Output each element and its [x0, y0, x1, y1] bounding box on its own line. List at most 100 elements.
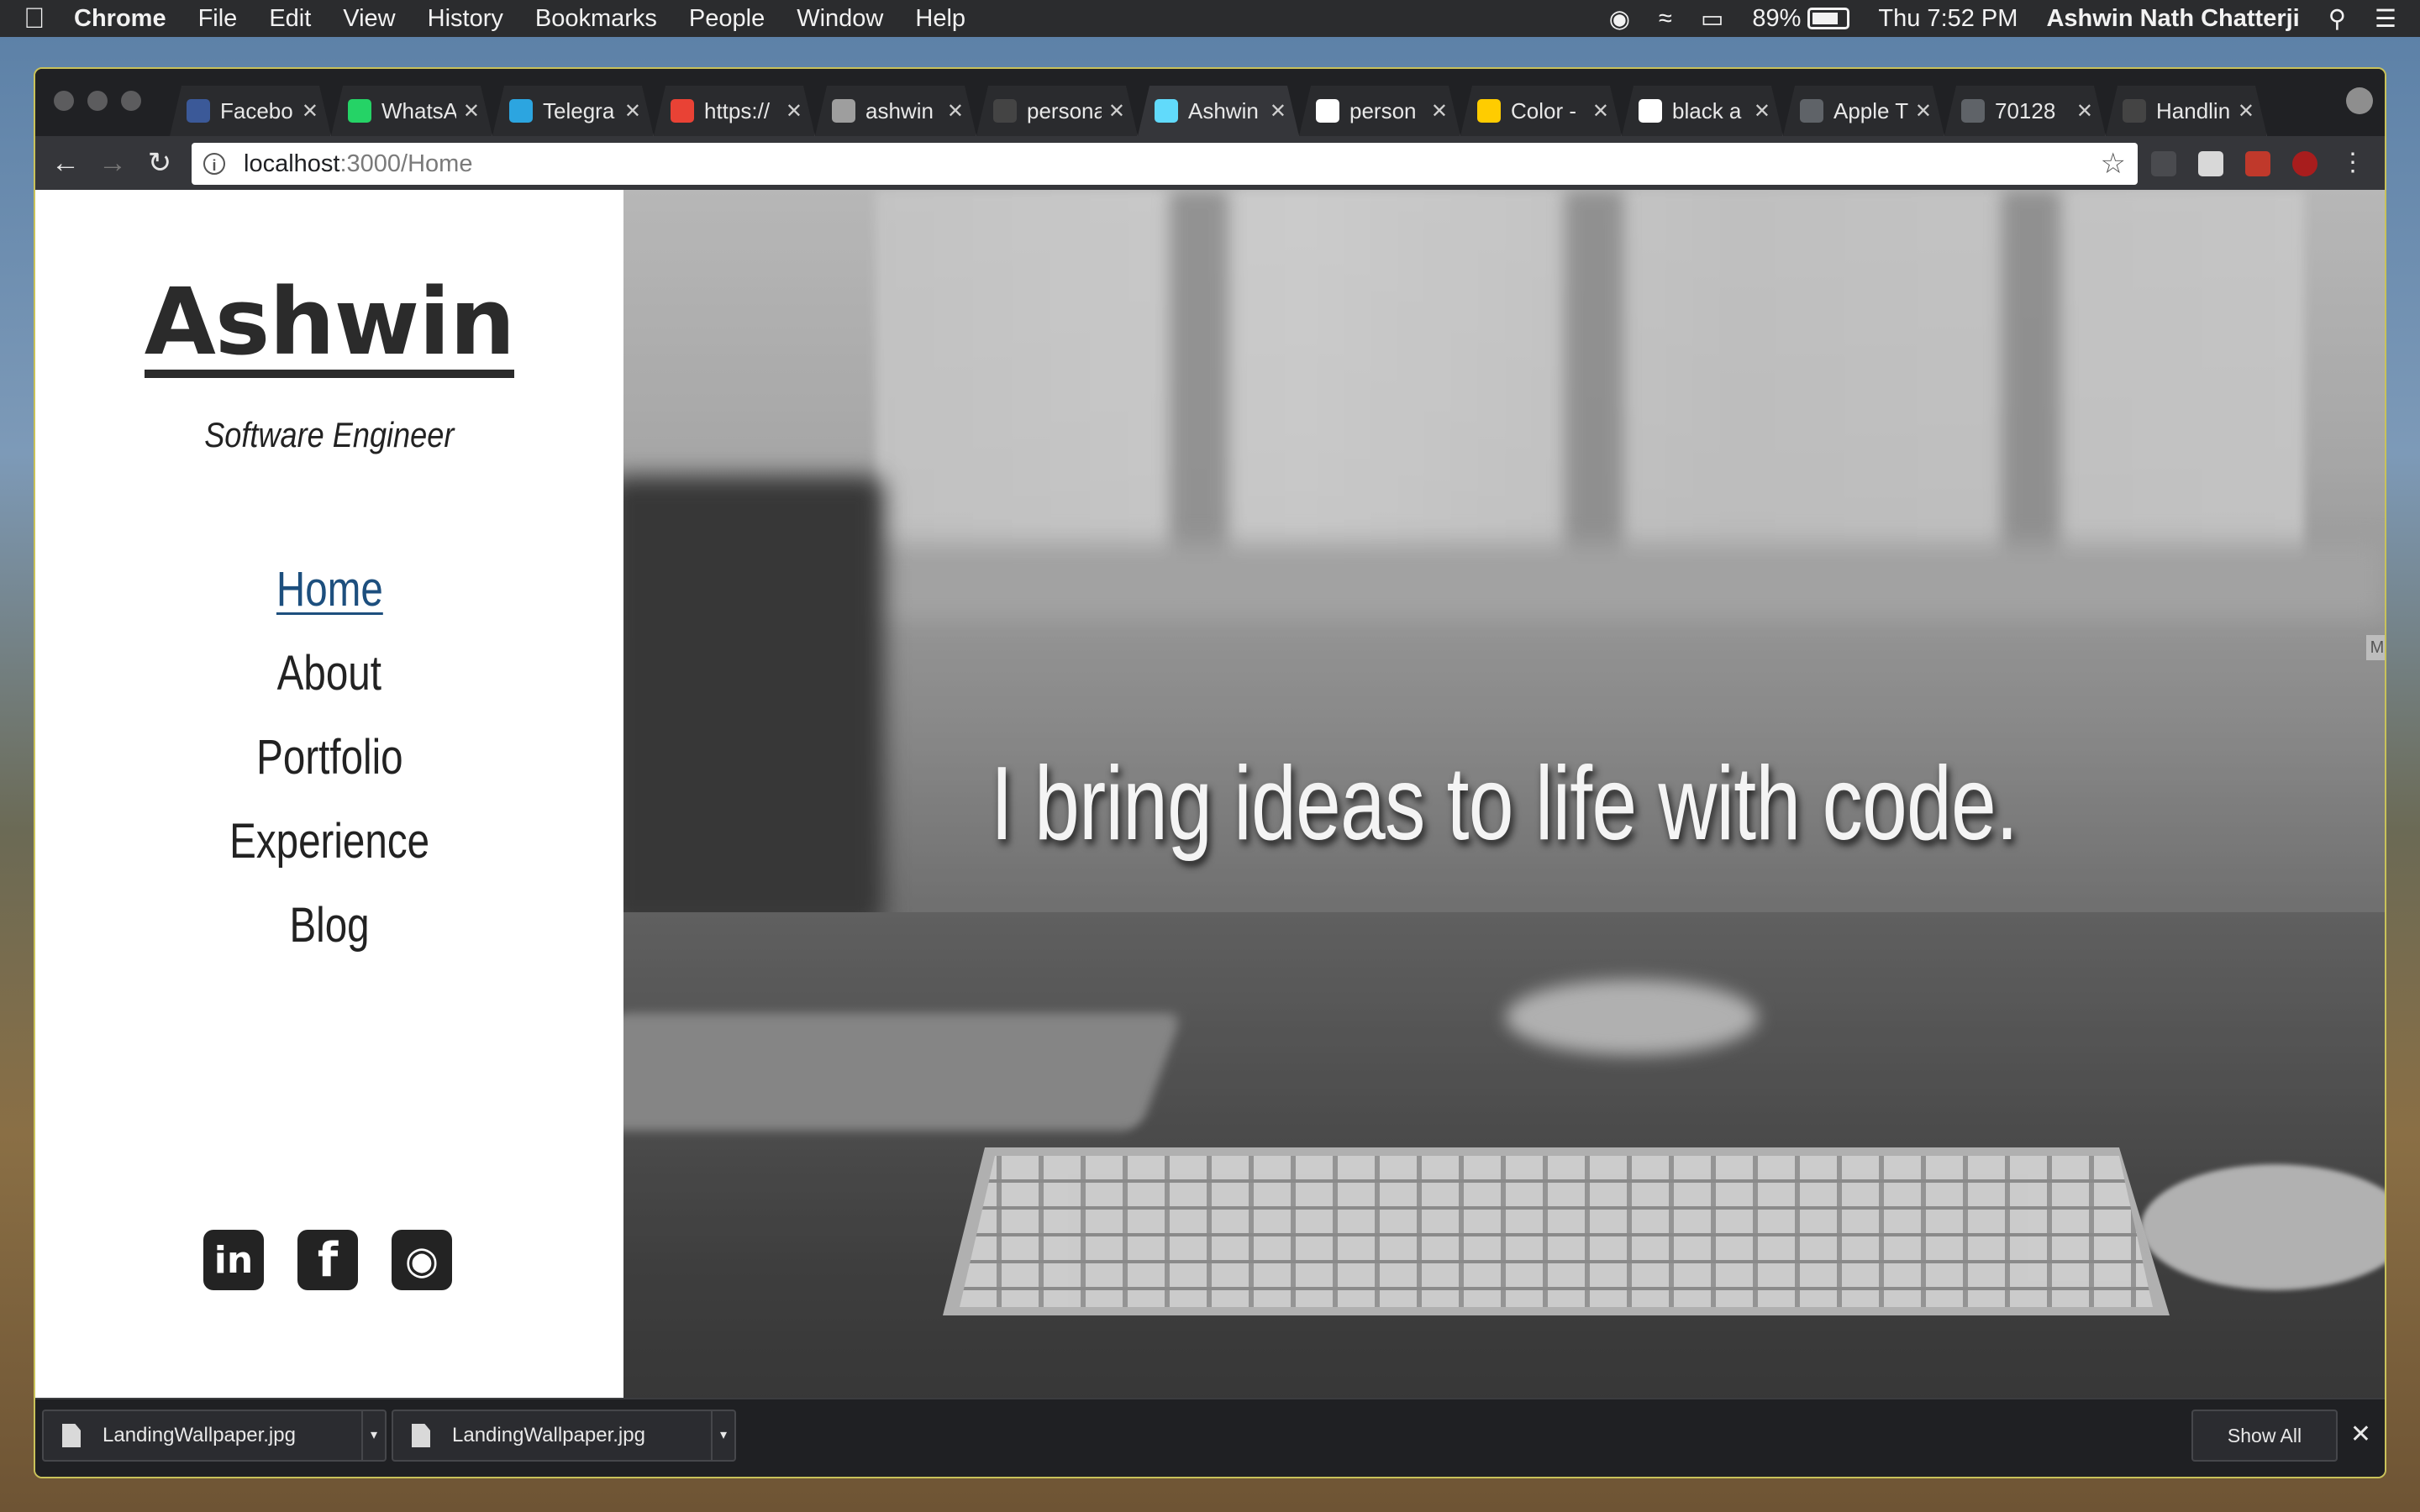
- window-controls: [54, 91, 141, 111]
- ublock-extension-icon[interactable]: [2292, 151, 2317, 176]
- tab-title: black a: [1672, 97, 1742, 123]
- nav-link-portfolio[interactable]: Portfolio: [256, 716, 402, 800]
- menu-file[interactable]: File: [198, 5, 238, 33]
- octotree-extension-icon[interactable]: [2245, 151, 2270, 176]
- address-bar[interactable]: i localhost:3000/Home ☆: [192, 143, 2138, 185]
- tab-close-icon[interactable]: ✕: [1108, 99, 1125, 123]
- tab-title: 70128: [1995, 97, 2056, 123]
- menu-window[interactable]: Window: [797, 5, 883, 33]
- battery-icon[interactable]: [1807, 8, 1850, 29]
- browser-tab[interactable]: Color - ✕: [1460, 86, 1622, 136]
- download-options-chevron-icon[interactable]: ▾: [711, 1411, 734, 1460]
- web-page: Ashwin Software Engineer Home About Port…: [35, 190, 2385, 1403]
- tab-close-icon[interactable]: ✕: [947, 99, 964, 123]
- chat-extension-icon[interactable]: [2198, 151, 2223, 176]
- chrome-menu-icon[interactable]: ⋮: [2334, 144, 2371, 181]
- tab-list: Facebo ✕ WhatsA ✕ Telegra ✕ https://✕ ashwin ✕ pe…: [170, 86, 2267, 136]
- browser-tab[interactable]: Telegra ✕: [492, 86, 654, 136]
- close-icon[interactable]: ✕: [2350, 1420, 2371, 1449]
- react-icon: [1155, 99, 1178, 123]
- spotlight-search-icon[interactable]: ⚲: [2328, 4, 2346, 34]
- download-options-chevron-icon[interactable]: ▾: [361, 1411, 385, 1460]
- menu-view[interactable]: View: [343, 5, 395, 33]
- show-all-downloads-button[interactable]: Show All: [2191, 1410, 2338, 1462]
- nav-link-about[interactable]: About: [277, 632, 381, 716]
- browser-tab[interactable]: persona ✕: [976, 86, 1138, 136]
- menu-clock[interactable]: Thu 7:52 PM: [1878, 5, 2018, 33]
- menu-help[interactable]: Help: [915, 5, 965, 33]
- url-path: :3000/Home: [339, 150, 473, 177]
- browser-tab[interactable]: Ashwin ✕: [1138, 86, 1299, 136]
- menu-bookmarks[interactable]: Bookmarks: [535, 5, 657, 33]
- tab-close-icon[interactable]: ✕: [1270, 99, 1286, 123]
- tab-close-icon[interactable]: ✕: [1592, 99, 1609, 123]
- url-host: localhost: [244, 150, 340, 177]
- wifi-icon[interactable]: ≈: [1659, 5, 1672, 33]
- download-item[interactable]: LandingWallpaper.jpg ▾: [42, 1410, 387, 1462]
- browser-tab[interactable]: person ✕: [1299, 86, 1460, 136]
- menu-chrome[interactable]: Chrome: [74, 5, 166, 33]
- tab-title: Handlin: [2156, 97, 2231, 123]
- minimize-window-button[interactable]: [87, 91, 108, 111]
- tab-close-icon[interactable]: ✕: [1431, 99, 1448, 123]
- back-arrow-icon[interactable]: ←: [47, 144, 84, 181]
- nav-link-experience[interactable]: Experience: [229, 800, 429, 884]
- zoom-window-button[interactable]: [121, 91, 141, 111]
- menu-edit[interactable]: Edit: [269, 5, 311, 33]
- tab-title: WhatsA: [381, 97, 456, 123]
- browser-tab[interactable]: WhatsA ✕: [331, 86, 492, 136]
- tab-title: Telegra: [543, 97, 615, 123]
- document-icon: [1961, 99, 1985, 123]
- browser-tab[interactable]: black a ✕: [1622, 86, 1783, 136]
- linkedin-icon[interactable]: in: [203, 1230, 264, 1290]
- downloads-shelf: LandingWallpaper.jpg ▾ LandingWallpaper.…: [35, 1398, 2385, 1477]
- site-brand-link[interactable]: Ashwin: [144, 276, 515, 378]
- generic-site-icon: [832, 99, 855, 123]
- browser-tab[interactable]: Facebo ✕: [170, 86, 331, 136]
- flag-icon: [1477, 99, 1501, 123]
- tab-title: Color -: [1511, 97, 1577, 123]
- menu-history[interactable]: History: [428, 5, 503, 33]
- browser-tab[interactable]: ashwin ✕: [815, 86, 976, 136]
- menu-people[interactable]: People: [689, 5, 765, 33]
- tab-close-icon[interactable]: ✕: [2076, 99, 2093, 123]
- airplay-icon[interactable]: ▭: [1701, 4, 1723, 34]
- forward-arrow-icon[interactable]: →: [94, 144, 131, 181]
- bookmark-star-icon[interactable]: ☆: [2101, 147, 2126, 181]
- tab-close-icon[interactable]: ✕: [302, 99, 318, 123]
- download-item[interactable]: LandingWallpaper.jpg ▾: [392, 1410, 736, 1462]
- reload-icon[interactable]: ↻: [141, 144, 178, 181]
- file-icon: [62, 1424, 81, 1447]
- tab-title: person: [1349, 97, 1417, 123]
- google-icon: [1316, 99, 1339, 123]
- tab-close-icon[interactable]: ✕: [624, 99, 641, 123]
- site-nav: Home About Portfolio Experience Blog: [208, 548, 451, 968]
- file-icon: [412, 1424, 430, 1447]
- github-icon[interactable]: ◉: [392, 1230, 452, 1290]
- tab-title: ashwin: [865, 97, 934, 123]
- tab-close-icon[interactable]: ✕: [786, 99, 802, 123]
- profile-avatar-icon[interactable]: [2346, 87, 2373, 114]
- site-info-icon[interactable]: i: [203, 153, 225, 175]
- browser-tab[interactable]: 70128 ✕: [1944, 86, 2106, 136]
- facebook-icon[interactable]: f: [297, 1230, 358, 1290]
- tab-title: Ashwin: [1188, 97, 1259, 123]
- notification-center-icon[interactable]: ☰: [2375, 4, 2396, 34]
- nav-link-blog[interactable]: Blog: [289, 884, 369, 968]
- apple-logo-icon[interactable]: : [24, 3, 74, 35]
- tab-close-icon[interactable]: ✕: [2238, 99, 2254, 123]
- json-formatter-extension-icon[interactable]: [2151, 151, 2176, 176]
- hero-section: I bring ideas to life with code. M: [623, 190, 2385, 1403]
- tab-close-icon[interactable]: ✕: [1915, 99, 1932, 123]
- browser-tab[interactable]: Handlin ✕: [2106, 86, 2267, 136]
- nav-link-home[interactable]: Home: [276, 548, 383, 632]
- close-window-button[interactable]: [54, 91, 74, 111]
- browser-tab[interactable]: https:// ✕: [654, 86, 815, 136]
- menu-user[interactable]: Ashwin Nath Chatterji: [2046, 5, 2299, 33]
- site-subtitle: Software Engineer: [204, 415, 455, 454]
- ghost-extension-icon[interactable]: ◉: [1609, 4, 1630, 34]
- tab-close-icon[interactable]: ✕: [1754, 99, 1770, 123]
- browser-tab[interactable]: Apple T ✕: [1783, 86, 1944, 136]
- download-filename: LandingWallpaper.jpg: [103, 1424, 296, 1446]
- tab-close-icon[interactable]: ✕: [463, 99, 480, 123]
